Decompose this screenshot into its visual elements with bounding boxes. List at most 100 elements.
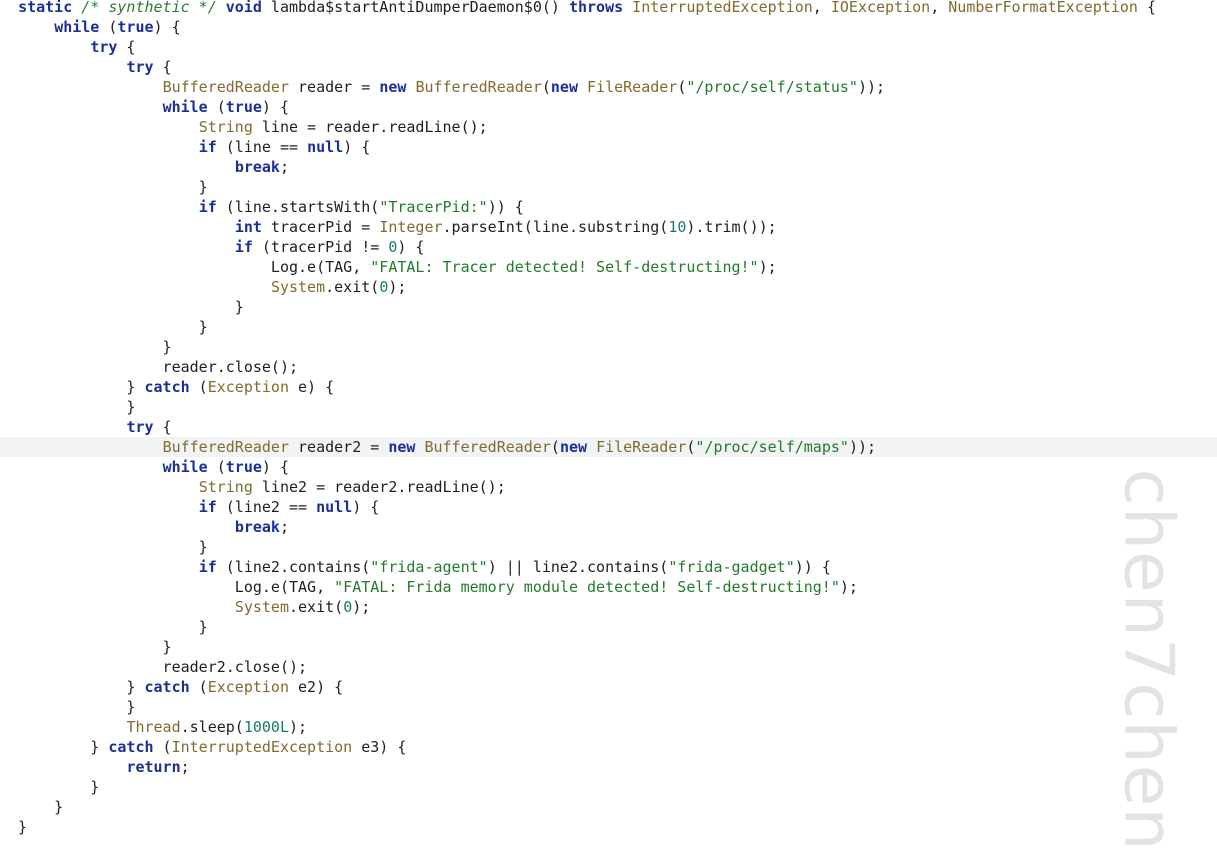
- code-token: 0: [379, 278, 389, 296]
- code-token: Exception: [207, 678, 289, 696]
- code-token: if: [198, 498, 217, 516]
- code-token: Log.e(TAG,: [0, 258, 371, 276]
- code-token: }: [0, 638, 172, 656]
- code-token: }: [0, 798, 64, 816]
- code-token: try: [126, 418, 154, 436]
- code-token: (: [207, 98, 226, 116]
- code-token: ));: [857, 78, 886, 96]
- code-token: if: [234, 238, 253, 256]
- code-token: ;: [180, 758, 190, 776]
- code-token: }: [0, 378, 145, 396]
- code-token: 10: [668, 218, 687, 236]
- code-token: ) || line2.contains(: [487, 558, 669, 576]
- code-line[interactable]: }: [0, 617, 1217, 637]
- code-token: .parseInt(line.substring(: [442, 218, 669, 236]
- code-token: ,: [812, 0, 831, 16]
- code-line[interactable]: }: [0, 397, 1217, 417]
- code-token: static: [18, 0, 73, 16]
- code-token: (: [153, 738, 172, 756]
- code-token: FileReader: [596, 438, 687, 456]
- code-line[interactable]: }: [0, 817, 1217, 837]
- code-line[interactable]: if (tracerPid != 0) {: [0, 237, 1217, 257]
- code-token: ) {: [352, 498, 380, 516]
- code-line[interactable]: }: [0, 637, 1217, 657]
- code-line[interactable]: try {: [0, 417, 1217, 437]
- code-token: while: [162, 458, 208, 476]
- code-token: ) {: [261, 458, 289, 476]
- code-line[interactable]: } catch (Exception e2) {: [0, 677, 1217, 697]
- code-token: FileReader: [587, 78, 678, 96]
- code-line[interactable]: BufferedReader reader2 = new BufferedRea…: [0, 437, 1217, 457]
- code-line[interactable]: break;: [0, 517, 1217, 537]
- code-token: );: [289, 718, 308, 736]
- code-token: .exit(: [325, 278, 380, 296]
- code-line[interactable]: }: [0, 337, 1217, 357]
- code-token: null: [307, 138, 344, 156]
- code-token: void: [225, 0, 262, 16]
- code-line[interactable]: if (line == null) {: [0, 137, 1217, 157]
- code-line[interactable]: static /* synthetic */ void lambda$start…: [0, 0, 1217, 17]
- code-token: new: [559, 438, 588, 456]
- code-line[interactable]: Log.e(TAG, "FATAL: Frida memory module d…: [0, 577, 1217, 597]
- code-token: true: [225, 458, 262, 476]
- code-token: new: [388, 438, 416, 456]
- code-line[interactable]: }: [0, 177, 1217, 197]
- code-token: IOException: [830, 0, 931, 16]
- code-line[interactable]: String line = reader.readLine();: [0, 117, 1217, 137]
- code-token: ;: [279, 158, 289, 176]
- code-line[interactable]: }: [0, 697, 1217, 717]
- code-token: true: [117, 18, 154, 36]
- code-token: )) {: [794, 558, 831, 576]
- code-token: lambda$startAntiDumperDaemon$0(): [261, 0, 569, 16]
- code-line[interactable]: reader.close();: [0, 357, 1217, 377]
- code-line[interactable]: break;: [0, 157, 1217, 177]
- code-line[interactable]: System.exit(0);: [0, 277, 1217, 297]
- code-line[interactable]: if (line.startsWith("TracerPid:")) {: [0, 197, 1217, 217]
- code-line[interactable]: Log.e(TAG, "FATAL: Tracer detected! Self…: [0, 257, 1217, 277]
- code-token: }: [0, 698, 136, 716]
- code-line[interactable]: }: [0, 297, 1217, 317]
- code-token: "FATAL: Frida memory module detected! Se…: [334, 578, 840, 596]
- code-line[interactable]: while (true) {: [0, 17, 1217, 37]
- code-line[interactable]: System.exit(0);: [0, 597, 1217, 617]
- code-token: }: [0, 178, 208, 196]
- code-line[interactable]: while (true) {: [0, 97, 1217, 117]
- code-line[interactable]: while (true) {: [0, 457, 1217, 477]
- code-line[interactable]: Thread.sleep(1000L);: [0, 717, 1217, 737]
- code-line[interactable]: } catch (InterruptedException e3) {: [0, 737, 1217, 757]
- code-token: BufferedReader: [162, 438, 289, 456]
- code-line[interactable]: }: [0, 777, 1217, 797]
- code-line[interactable]: }: [0, 797, 1217, 817]
- code-token: ;: [279, 518, 289, 536]
- code-token: {: [117, 38, 136, 56]
- code-line[interactable]: try {: [0, 37, 1217, 57]
- code-token: while: [162, 98, 208, 116]
- code-line[interactable]: }: [0, 537, 1217, 557]
- code-line[interactable]: String line2 = reader2.readLine();: [0, 477, 1217, 497]
- code-line[interactable]: try {: [0, 57, 1217, 77]
- code-line[interactable]: int tracerPid = Integer.parseInt(line.su…: [0, 217, 1217, 237]
- code-line[interactable]: if (line2.contains("frida-agent") || lin…: [0, 557, 1217, 577]
- code-line[interactable]: reader2.close();: [0, 657, 1217, 677]
- code-token: String: [198, 478, 253, 496]
- code-token: if: [198, 558, 217, 576]
- code-editor[interactable]: static /* synthetic */ void lambda$start…: [0, 0, 1217, 855]
- code-token: {: [153, 418, 172, 436]
- code-line[interactable]: return;: [0, 757, 1217, 777]
- code-line[interactable]: BufferedReader reader = new BufferedRead…: [0, 77, 1217, 97]
- code-token: ).trim());: [686, 218, 777, 236]
- code-token: return: [126, 758, 181, 776]
- code-line[interactable]: } catch (Exception e) {: [0, 377, 1217, 397]
- code-line[interactable]: if (line2 == null) {: [0, 497, 1217, 517]
- code-line[interactable]: }: [0, 317, 1217, 337]
- code-token: }: [0, 338, 172, 356]
